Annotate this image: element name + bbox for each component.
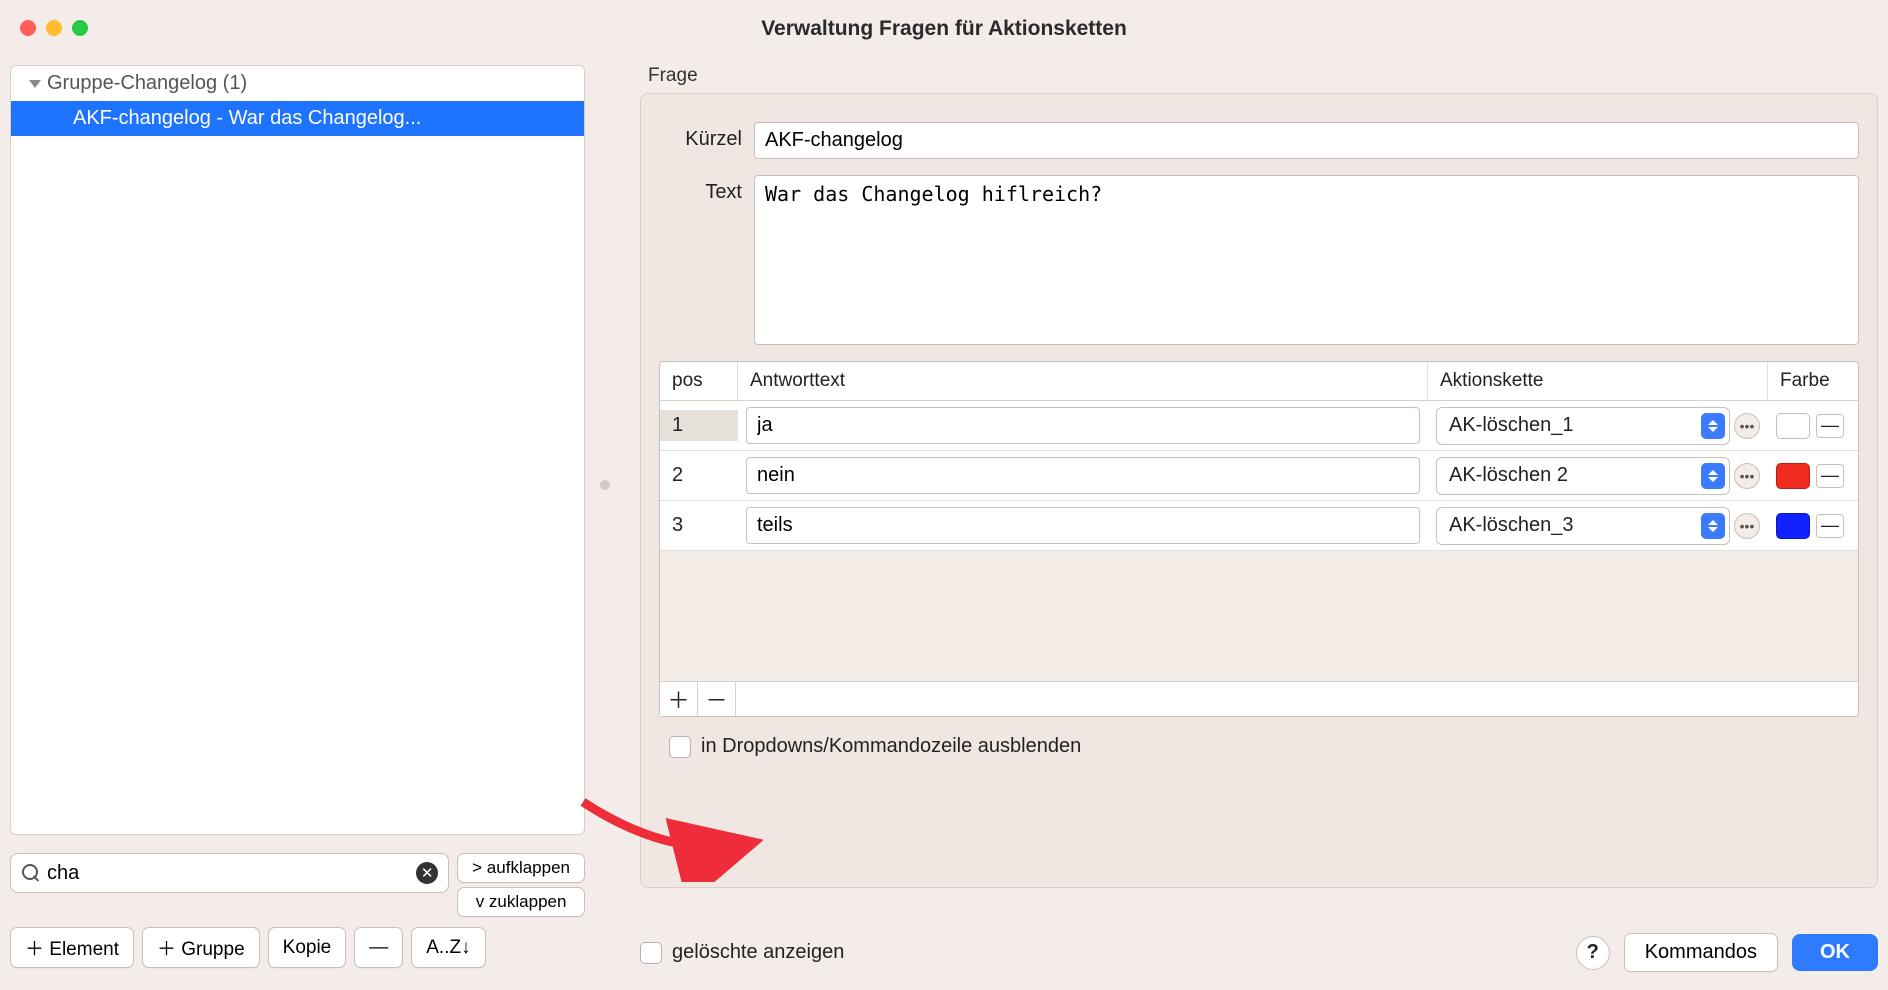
table-row[interactable]: 3 AK-löschen_3 ••• — — [660, 501, 1858, 551]
row-remove-button[interactable]: — — [1816, 514, 1844, 538]
help-button[interactable]: ? — [1576, 936, 1610, 970]
table-row[interactable]: 2 AK-löschen 2 ••• — — [660, 451, 1858, 501]
section-label: Frage — [648, 65, 1878, 87]
updown-icon — [1701, 413, 1725, 439]
chain-value: AK-löschen 2 — [1449, 464, 1568, 487]
chain-value: AK-löschen_3 — [1449, 514, 1574, 537]
window-title: Verwaltung Fragen für Aktionsketten — [0, 17, 1888, 41]
chain-select[interactable]: AK-löschen_1 — [1436, 407, 1730, 445]
cell-pos: 1 — [660, 410, 738, 441]
table-empty-area — [660, 551, 1858, 681]
col-header-chain: Aktionskette — [1428, 362, 1768, 400]
hide-checkbox-label: in Dropdowns/Kommandozeile ausblenden — [701, 735, 1081, 758]
expand-all-button[interactable]: > aufklappen — [457, 853, 585, 883]
updown-icon — [1701, 463, 1725, 489]
chain-more-button[interactable]: ••• — [1734, 513, 1760, 539]
tree-group[interactable]: Gruppe-Changelog (1) — [11, 66, 584, 101]
table-header: pos Antworttext Aktionskette Farbe — [660, 362, 1858, 401]
chevron-down-icon — [29, 80, 41, 88]
updown-icon — [1701, 513, 1725, 539]
clear-search-button[interactable]: ✕ — [416, 862, 438, 884]
color-swatch[interactable] — [1776, 463, 1810, 489]
color-swatch[interactable] — [1776, 513, 1810, 539]
search-icon — [21, 863, 41, 883]
row-remove-button[interactable]: — — [1816, 464, 1844, 488]
tree-group-label: Gruppe-Changelog (1) — [47, 72, 247, 95]
add-row-button[interactable]: ＋ — [660, 682, 698, 716]
answer-input[interactable] — [746, 407, 1420, 444]
text-label: Text — [659, 175, 754, 204]
chain-more-button[interactable]: ••• — [1734, 413, 1760, 439]
answers-table: pos Antworttext Aktionskette Farbe 1 AK-… — [659, 361, 1859, 717]
cell-pos: 2 — [660, 460, 738, 491]
ok-button[interactable]: OK — [1792, 934, 1878, 971]
chain-value: AK-löschen_1 — [1449, 414, 1574, 437]
hide-checkbox[interactable] — [669, 736, 691, 758]
splitter-handle[interactable] — [600, 480, 610, 490]
color-swatch[interactable] — [1776, 413, 1810, 439]
kommandos-button[interactable]: Kommandos — [1624, 933, 1778, 972]
col-header-color: Farbe — [1768, 362, 1858, 400]
col-header-answer: Antworttext — [738, 362, 1428, 400]
collapse-all-button[interactable]: v zuklappen — [457, 887, 585, 917]
kuerzel-input[interactable] — [754, 122, 1859, 159]
search-box[interactable]: ✕ — [10, 853, 449, 893]
sidebar: Gruppe-Changelog (1) AKF-changelog - War… — [10, 65, 600, 980]
chain-select[interactable]: AK-löschen 2 — [1436, 457, 1730, 495]
text-textarea[interactable] — [754, 175, 1859, 345]
row-remove-button[interactable]: — — [1816, 414, 1844, 438]
show-deleted-label: gelöschte anzeigen — [672, 941, 844, 964]
table-row[interactable]: 1 AK-löschen_1 ••• — — [660, 401, 1858, 451]
search-input[interactable] — [47, 862, 416, 885]
show-deleted-checkbox[interactable] — [640, 942, 662, 964]
tree-item-selected[interactable]: AKF-changelog - War das Changelog... — [11, 101, 584, 136]
answer-input[interactable] — [746, 507, 1420, 544]
tree-view[interactable]: Gruppe-Changelog (1) AKF-changelog - War… — [10, 65, 585, 835]
chain-more-button[interactable]: ••• — [1734, 463, 1760, 489]
kuerzel-label: Kürzel — [659, 122, 754, 151]
table-footer: ＋ － — [660, 681, 1858, 716]
cell-pos: 3 — [660, 510, 738, 541]
answer-input[interactable] — [746, 457, 1420, 494]
detail-panel: Frage Kürzel Text pos Antworttext Aktion… — [600, 65, 1878, 980]
col-header-pos: pos — [660, 362, 738, 400]
remove-row-button[interactable]: － — [698, 682, 736, 716]
chain-select[interactable]: AK-löschen_3 — [1436, 507, 1730, 545]
